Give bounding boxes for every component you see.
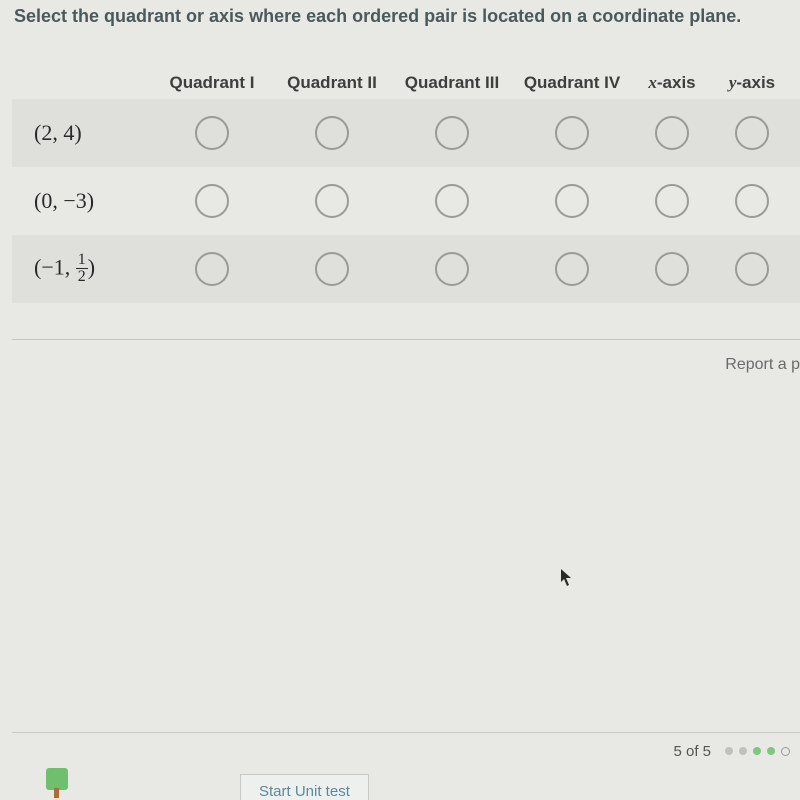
ordered-pair-label: (0, −3) <box>12 188 152 214</box>
radio-r2-q2[interactable] <box>315 252 349 286</box>
radio-r0-yaxis[interactable] <box>735 116 769 150</box>
radio-r0-q4[interactable] <box>555 116 589 150</box>
report-problem-link[interactable]: Report a p <box>12 356 800 374</box>
dot-icon <box>725 747 733 755</box>
col-quadrant-3: Quadrant III <box>392 73 512 93</box>
col-x-axis: x-axis <box>632 73 712 93</box>
radio-r0-xaxis[interactable] <box>655 116 689 150</box>
divider <box>12 339 800 340</box>
radio-r1-q1[interactable] <box>195 184 229 218</box>
radio-r2-q4[interactable] <box>555 252 589 286</box>
radio-r2-xaxis[interactable] <box>655 252 689 286</box>
footer-bar: 5 of 5 <box>12 732 800 760</box>
radio-r2-q3[interactable] <box>435 252 469 286</box>
dot-icon <box>753 747 761 755</box>
progress-text: 5 of 5 <box>673 743 711 760</box>
dot-icon <box>767 747 775 755</box>
question-prompt: Select the quadrant or axis where each o… <box>12 6 800 27</box>
answer-grid: Quadrant I Quadrant II Quadrant III Quad… <box>12 73 800 303</box>
header-row: Quadrant I Quadrant II Quadrant III Quad… <box>12 73 800 99</box>
radio-r1-q4[interactable] <box>555 184 589 218</box>
radio-r1-q3[interactable] <box>435 184 469 218</box>
radio-r1-xaxis[interactable] <box>655 184 689 218</box>
table-row: (0, −3) <box>12 167 800 235</box>
radio-r0-q1[interactable] <box>195 116 229 150</box>
ordered-pair-label: (2, 4) <box>12 120 152 146</box>
dot-icon <box>739 747 747 755</box>
radio-r2-yaxis[interactable] <box>735 252 769 286</box>
col-quadrant-2: Quadrant II <box>272 73 392 93</box>
col-quadrant-4: Quadrant IV <box>512 73 632 93</box>
table-row: (2, 4) <box>12 99 800 167</box>
col-quadrant-1: Quadrant I <box>152 73 272 93</box>
radio-r0-q3[interactable] <box>435 116 469 150</box>
radio-r1-yaxis[interactable] <box>735 184 769 218</box>
radio-r0-q2[interactable] <box>315 116 349 150</box>
table-row: (−1, 12) <box>12 235 800 303</box>
cursor-icon <box>560 568 574 588</box>
radio-r1-q2[interactable] <box>315 184 349 218</box>
start-unit-test-button[interactable]: Start Unit test <box>240 774 369 800</box>
progress-dots <box>725 747 790 756</box>
col-y-axis: y-axis <box>712 73 792 93</box>
dot-icon <box>781 747 790 756</box>
radio-r2-q1[interactable] <box>195 252 229 286</box>
ordered-pair-label: (−1, 12) <box>12 253 152 286</box>
tree-icon <box>46 764 68 798</box>
